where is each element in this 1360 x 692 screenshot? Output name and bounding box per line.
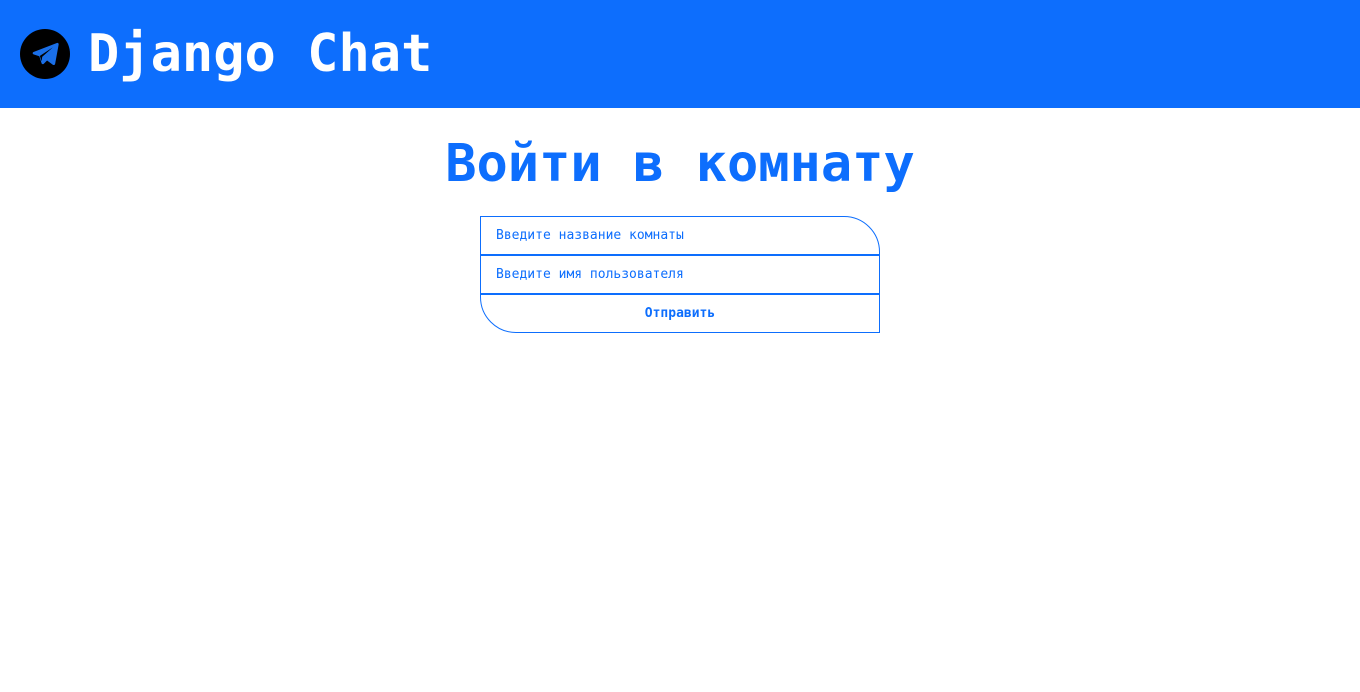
telegram-send-icon: [20, 29, 70, 79]
app-title: Django Chat: [88, 24, 433, 84]
join-room-form: Отправить: [480, 216, 880, 333]
username-input[interactable]: [480, 255, 880, 294]
app-header: Django Chat: [0, 0, 1360, 108]
paper-plane-icon: [32, 42, 59, 66]
page-title: Войти в комнату: [445, 134, 915, 194]
submit-button[interactable]: Отправить: [480, 294, 880, 333]
room-name-input[interactable]: [480, 216, 880, 255]
